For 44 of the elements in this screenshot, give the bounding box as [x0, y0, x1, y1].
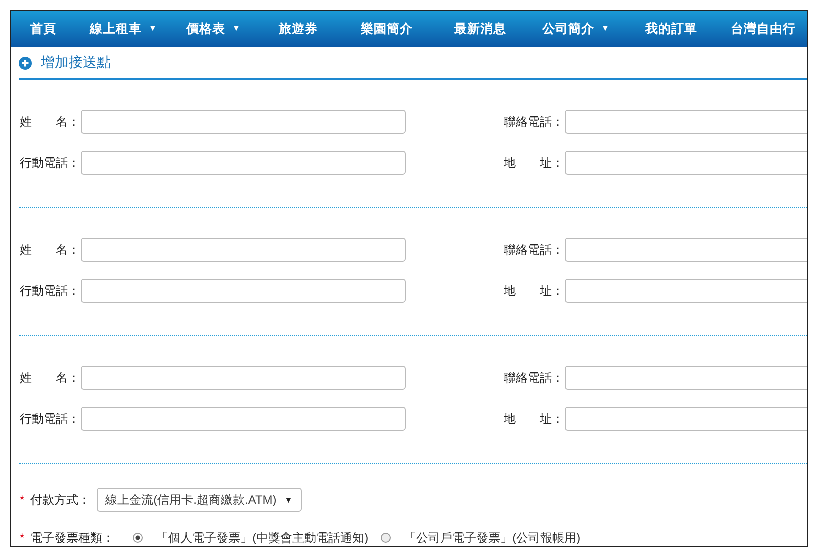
input-field[interactable] [565, 366, 807, 390]
field-label: 姓 名： [20, 370, 81, 386]
input-field[interactable] [81, 151, 406, 175]
required-mark: * [20, 493, 25, 507]
input-field[interactable] [565, 407, 807, 431]
field-label: 聯絡電話： [504, 370, 565, 386]
section-title: 增加接送點 [41, 54, 111, 72]
radio-button[interactable] [380, 533, 391, 543]
input-field[interactable] [565, 238, 807, 262]
nav-link[interactable]: 旅遊券 [256, 20, 341, 38]
nav-link[interactable]: 公司簡介 $^{▼}$ [528, 20, 624, 38]
field-label: 電子發票種類： [30, 530, 115, 546]
field-label: 付款方式： [30, 492, 91, 508]
radio-button[interactable] [132, 533, 143, 543]
input-field[interactable] [81, 238, 406, 262]
field-label: 行動電話： [20, 282, 81, 300]
add-icon[interactable] [19, 56, 32, 70]
field-label: 行動電話： [20, 154, 81, 172]
input-field[interactable] [81, 279, 406, 303]
input-field[interactable] [565, 151, 807, 175]
field-label: 地 址： [504, 410, 565, 428]
field-label: 地 址： [504, 154, 565, 172]
field-label: 聯絡電話： [504, 242, 565, 258]
radio-label[interactable]: 「公司戶電子發票」(公司報帳用) [404, 530, 581, 546]
required-mark: * [20, 531, 25, 545]
field-label: 聯絡電話： [504, 114, 565, 130]
input-field[interactable] [565, 110, 807, 134]
input-field[interactable] [81, 407, 406, 431]
nav-link[interactable]: 台灣自由行 [731, 20, 796, 38]
nav-link[interactable]: 價格表 $^{▼}$ [171, 20, 256, 38]
nav-link[interactable]: 我的訂單 [624, 20, 719, 38]
input-field[interactable] [81, 366, 406, 390]
nav-link[interactable]: 最新消息 [433, 20, 528, 38]
field-label: 地 址： [504, 282, 565, 300]
field-label: 姓 名： [20, 114, 81, 130]
field-label: 姓 名： [20, 242, 81, 258]
radio-label[interactable]: 「個人電子發票」(中獎會主動電話通知) [156, 530, 369, 546]
nav-link[interactable]: 線上租車 $^{▼}$ [76, 20, 171, 38]
payment-dropdown[interactable]: 線上金流(信用卡.超商繳款.ATM) ▼ [96, 488, 302, 512]
input-field[interactable] [565, 279, 807, 303]
nav-link[interactable]: 樂園簡介 [341, 20, 433, 38]
input-field[interactable] [81, 110, 406, 134]
nav-link[interactable]: 首頁 [11, 20, 76, 38]
field-label: 行動電話： [20, 410, 81, 428]
